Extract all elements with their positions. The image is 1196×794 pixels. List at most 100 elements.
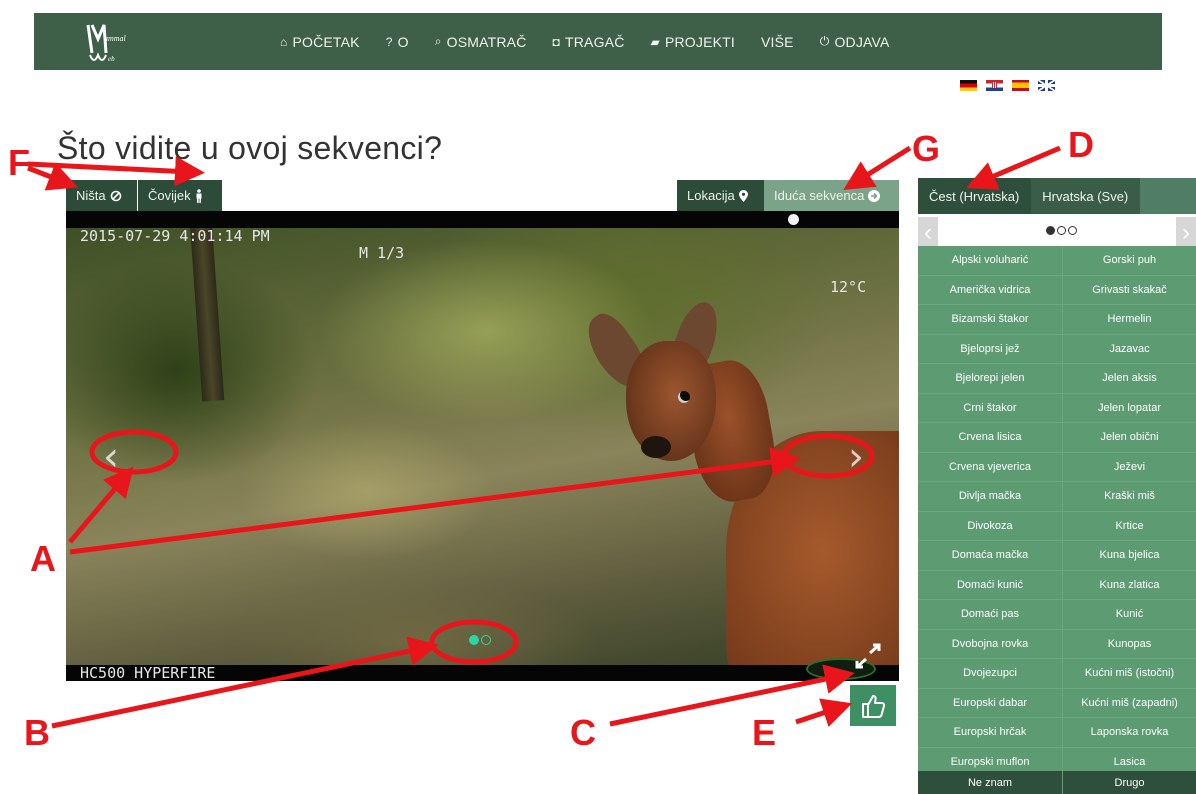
- svg-text:ammal: ammal: [104, 34, 127, 43]
- annotation-arrow-c: [609, 664, 855, 727]
- map-marker-icon: [738, 189, 748, 202]
- nav-item-tragač[interactable]: ◘ TRAGAČ: [553, 34, 625, 50]
- human-button[interactable]: Čovijek: [138, 180, 222, 211]
- species-button[interactable]: Crvena vjeverica: [918, 452, 1063, 482]
- nav-item-početak[interactable]: ⌂ POČETAK: [280, 34, 360, 50]
- species-button[interactable]: Jelen obični: [1063, 423, 1196, 453]
- annotation-arrow-g: [843, 145, 912, 190]
- species-button[interactable]: Kuna zlatica: [1063, 570, 1196, 600]
- mammalweb-logo[interactable]: ammal eb: [78, 17, 134, 67]
- species-button[interactable]: Domaći kunić: [918, 570, 1063, 600]
- nav-item-o[interactable]: ? O: [386, 34, 409, 50]
- annotation-label-b: B: [24, 712, 50, 753]
- species-button[interactable]: Jazavac: [1063, 334, 1196, 364]
- species-button[interactable]: Bjeloprsi jež: [918, 334, 1063, 364]
- nav-item-label: TRAGAČ: [564, 33, 625, 50]
- species-button[interactable]: Divokoza: [918, 511, 1063, 541]
- temperature: 12°C: [830, 278, 867, 296]
- page-dot[interactable]: [1057, 226, 1066, 235]
- search-icon: ⌕: [434, 34, 442, 48]
- other-button[interactable]: Drugo: [1063, 771, 1196, 794]
- page-title: Što vidite u ovoj sekvenci?: [57, 130, 443, 166]
- species-button[interactable]: Krtice: [1063, 511, 1196, 541]
- species-button[interactable]: Crni štakor: [918, 393, 1063, 423]
- species-button[interactable]: Kućni miš (zapadni): [1063, 688, 1196, 718]
- deer-nose: [641, 436, 671, 458]
- previous-image-arrow[interactable]: ‹: [96, 437, 126, 477]
- species-button[interactable]: Kunopas: [1063, 629, 1196, 659]
- species-button[interactable]: Kunić: [1063, 600, 1196, 630]
- species-button[interactable]: Ježevi: [1063, 452, 1196, 482]
- species-button[interactable]: Kuna bjelica: [1063, 541, 1196, 571]
- nav-item-osmatrač[interactable]: ⌕ OSMATRAČ: [435, 34, 527, 50]
- species-button[interactable]: Hermelin: [1063, 305, 1196, 335]
- page-dot[interactable]: [1068, 226, 1077, 235]
- image-carousel-dots: [469, 635, 491, 645]
- species-button[interactable]: Kraški miš: [1063, 482, 1196, 512]
- nav-item-više[interactable]: VIŠE: [761, 34, 794, 50]
- species-button[interactable]: Europski hrčak: [918, 718, 1063, 748]
- species-button[interactable]: Divlja mačka: [918, 482, 1063, 512]
- species-tabs: Čest (Hrvatska) Hrvatska (Sve): [918, 178, 1196, 214]
- camera-info-bar: 2015-07-29 4:01:14 PM M 1/3 12°C: [66, 211, 899, 296]
- like-button[interactable]: [850, 685, 896, 726]
- species-button[interactable]: Bizamski štakor: [918, 305, 1063, 335]
- arrow-circle-right-icon: [868, 189, 881, 202]
- nav-item-label: VIŠE: [761, 33, 794, 50]
- next-sequence-label: Iduća sekvenca: [774, 188, 865, 203]
- page-dot[interactable]: [1046, 226, 1055, 235]
- species-button[interactable]: Crvena lisica: [918, 423, 1063, 453]
- svg-text:eb: eb: [108, 55, 115, 63]
- camera-model: HC500 HYPERFIRE: [80, 664, 216, 681]
- top-navbar: ammal eb ⌂ POČETAK ? O ⌕ OSMATRAČ ◘ TRAGAČ ▰ PROJ…: [34, 13, 1162, 70]
- carousel-dot[interactable]: [481, 635, 491, 645]
- flag-spanish-icon[interactable]: [1012, 80, 1029, 91]
- species-button[interactable]: Alpski voluharić: [918, 246, 1063, 276]
- annotation-arrow-e: [795, 698, 853, 727]
- tab-croatia-all[interactable]: Hrvatska (Sve): [1031, 178, 1141, 214]
- species-button[interactable]: Američka vidrica: [918, 275, 1063, 305]
- chevron-right-icon[interactable]: ›: [1176, 217, 1196, 249]
- species-button[interactable]: Domaći pas: [918, 600, 1063, 630]
- species-button[interactable]: Dvobojna rovka: [918, 629, 1063, 659]
- flag-croatian-icon[interactable]: [986, 80, 1003, 91]
- species-button[interactable]: Jelen lopatar: [1063, 393, 1196, 423]
- species-button[interactable]: Bjelorepi jelen: [918, 364, 1063, 394]
- species-panel: Čest (Hrvatska) Hrvatska (Sve) ‹ › Alpsk…: [918, 178, 1196, 794]
- nothing-button[interactable]: Ništa: [66, 180, 137, 211]
- book-icon: ▰: [650, 34, 660, 49]
- species-button[interactable]: Domaća mačka: [918, 541, 1063, 571]
- next-sequence-button[interactable]: Iduća sekvenca: [764, 180, 899, 211]
- camera-model-bar: HC500 HYPERFIRE: [66, 665, 899, 681]
- nav-menu: ⌂ POČETAK ? O ⌕ OSMATRAČ ◘ TRAGAČ ▰ PROJEKTI VIŠE ⏻…: [280, 13, 916, 70]
- species-button[interactable]: Jelen aksis: [1063, 364, 1196, 394]
- species-button[interactable]: Gorski puh: [1063, 246, 1196, 276]
- capture-datetime: 2015-07-29 4:01:14 PM: [80, 227, 270, 245]
- species-button[interactable]: Europski dabar: [918, 688, 1063, 718]
- dont-know-button[interactable]: Ne znam: [918, 771, 1063, 794]
- fullscreen-icon[interactable]: [853, 642, 883, 670]
- next-image-arrow[interactable]: ›: [841, 437, 871, 477]
- tab-common-croatia[interactable]: Čest (Hrvatska): [918, 178, 1032, 214]
- carousel-dot[interactable]: [469, 635, 479, 645]
- species-button[interactable]: Grivasti skakač: [1063, 275, 1196, 305]
- nav-item-odjava[interactable]: ⏻ ODJAVA: [820, 34, 890, 50]
- flag-english-icon[interactable]: [1038, 80, 1055, 91]
- nav-item-projekti[interactable]: ▰ PROJEKTI: [651, 34, 736, 50]
- nav-item-label: ODJAVA: [834, 33, 890, 50]
- annotation-label-f: F: [8, 142, 30, 183]
- annotation-arrow-f1: [27, 162, 78, 191]
- flag-german-icon[interactable]: [960, 80, 977, 91]
- chevron-left-icon[interactable]: ‹: [918, 217, 938, 249]
- camera-icon: ◘: [552, 34, 560, 49]
- species-button[interactable]: Laponska rovka: [1063, 718, 1196, 748]
- species-button[interactable]: Dvojezupci: [918, 659, 1063, 689]
- home-icon: ⌂: [280, 34, 288, 49]
- species-button[interactable]: Kućni miš (istočni): [1063, 659, 1196, 689]
- species-grid: Alpski voluharić Gorski puh Američka vidri…: [918, 246, 1196, 777]
- annotation-label-c: C: [570, 712, 596, 753]
- annotation-arrow-d: [966, 145, 1061, 190]
- frame-counter: M 1/3: [359, 244, 405, 262]
- camera-trap-image: 2015-07-29 4:01:14 PM M 1/3 12°C HC500 H…: [66, 211, 899, 681]
- location-button[interactable]: Lokacija: [677, 180, 764, 211]
